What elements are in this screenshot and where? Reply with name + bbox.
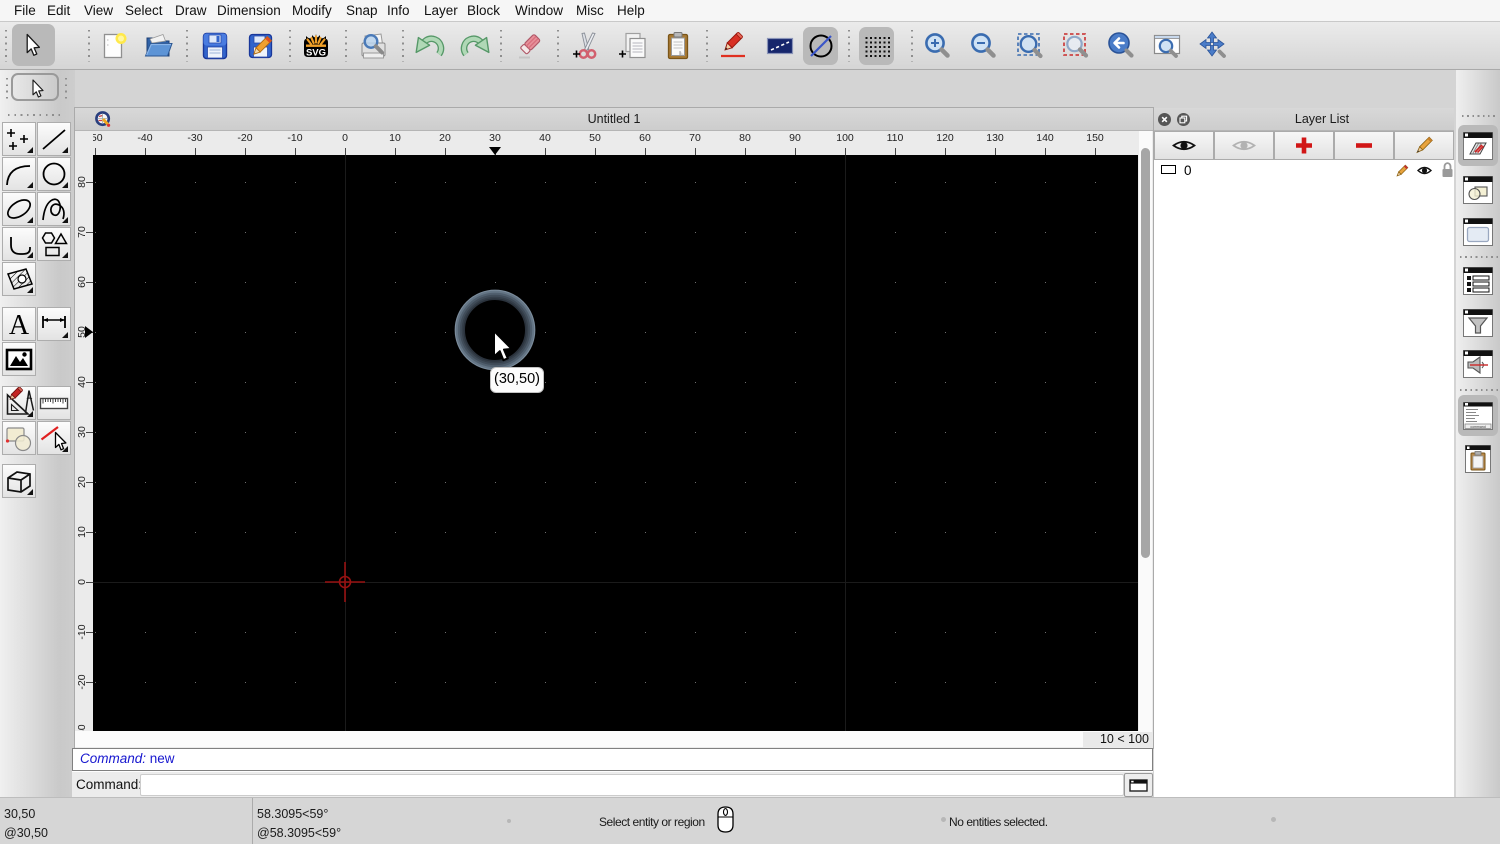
svg-text:command: command <box>1470 425 1485 429</box>
svg-text:A: A <box>9 310 30 340</box>
svg-text:SVG: SVG <box>306 48 326 59</box>
